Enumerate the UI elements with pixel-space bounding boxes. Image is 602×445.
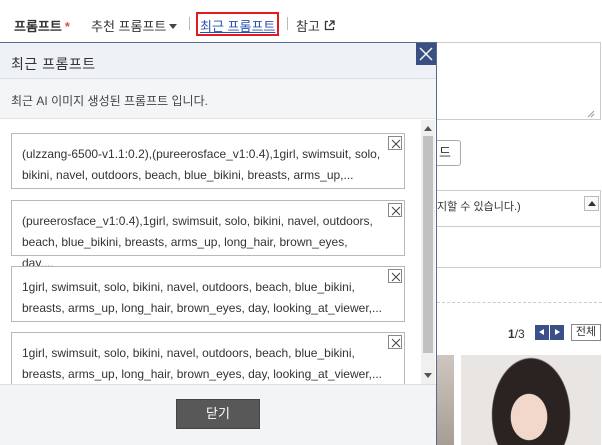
external-link-icon bbox=[324, 19, 335, 34]
pager-next-button[interactable] bbox=[550, 325, 564, 340]
dropdown-arrow-icon bbox=[169, 24, 178, 30]
notice-text: 지할 수 있습니다.) bbox=[437, 201, 521, 213]
modal-description-bar: 최근 AI 이미지 생성된 프롬프트 입니다. bbox=[0, 79, 436, 119]
prompt-textarea[interactable] bbox=[437, 42, 601, 120]
recent-prompt-text: (ulzzang-6500-v1.1:0.2),(pureerosface_v1… bbox=[22, 147, 381, 182]
recent-prompt-item[interactable]: (ulzzang-6500-v1.1:0.2),(pureerosface_v1… bbox=[11, 133, 405, 189]
close-icon bbox=[391, 272, 401, 282]
scroll-up-arrow-icon[interactable] bbox=[421, 123, 435, 135]
tab-divider bbox=[287, 17, 288, 30]
section-divider bbox=[437, 302, 602, 303]
collapse-up-icon[interactable] bbox=[584, 196, 599, 211]
prompt-tab-bar: 프롬프트 * 추천 프롬프트 최근 프롬프트 참고 bbox=[0, 0, 602, 42]
close-icon bbox=[391, 139, 401, 149]
recent-prompt-list: (ulzzang-6500-v1.1:0.2),(pureerosface_v1… bbox=[0, 120, 436, 384]
pager-prev-button[interactable] bbox=[535, 325, 549, 340]
recent-prompt-item[interactable]: 1girl, swimsuit, solo, bikini, navel, ou… bbox=[11, 332, 405, 384]
pager-total: /3 bbox=[514, 327, 525, 341]
scrollbar-thumb[interactable] bbox=[423, 136, 433, 353]
tab-recommended-label: 추천 프롬프트 bbox=[91, 19, 167, 34]
tab-reference-label: 참고 bbox=[296, 19, 320, 34]
modal-title: 최근 프롬프트 bbox=[11, 56, 96, 72]
pager-count: 1/3 bbox=[508, 327, 525, 341]
recent-prompt-item[interactable]: (pureerosface_v1:0.4),1girl, swimsuit, s… bbox=[11, 200, 405, 270]
image-thumbnail[interactable] bbox=[437, 355, 454, 445]
close-icon bbox=[419, 47, 433, 61]
delete-prompt-button[interactable] bbox=[388, 136, 402, 150]
close-icon bbox=[391, 206, 401, 216]
tab-prompt-label: 프롬프트 bbox=[14, 19, 62, 34]
recent-prompt-item[interactable]: 1girl, swimsuit, solo, bikini, navel, ou… bbox=[11, 266, 405, 322]
scroll-down-arrow-icon[interactable] bbox=[421, 370, 435, 382]
modal-header: 최근 프롬프트 bbox=[0, 43, 436, 79]
close-icon bbox=[391, 338, 401, 348]
recent-prompt-text: 1girl, swimsuit, solo, bikini, navel, ou… bbox=[22, 346, 382, 381]
resize-handle-icon[interactable] bbox=[585, 106, 595, 118]
recent-prompts-modal: 최근 프롬프트 최근 AI 이미지 생성된 프롬프트 입니다. (ulzzang… bbox=[0, 42, 437, 445]
delete-prompt-button[interactable] bbox=[388, 203, 402, 217]
tab-recent-prompt[interactable]: 최근 프롬프트 bbox=[200, 16, 275, 35]
modal-close-button[interactable] bbox=[416, 43, 436, 65]
delete-prompt-button[interactable] bbox=[388, 335, 402, 349]
background-button[interactable]: 드 bbox=[437, 140, 461, 166]
tab-recommended-prompt[interactable]: 추천 프롬프트 bbox=[91, 16, 178, 35]
tab-reference[interactable]: 참고 bbox=[296, 16, 335, 35]
tab-prompt[interactable]: 프롬프트 * bbox=[14, 16, 70, 35]
modal-footer: 닫기 bbox=[0, 384, 436, 445]
delete-prompt-button[interactable] bbox=[388, 269, 402, 283]
required-mark: * bbox=[64, 19, 70, 34]
recent-prompt-text: 1girl, swimsuit, solo, bikini, navel, ou… bbox=[22, 280, 382, 315]
pager-current: 1 bbox=[508, 327, 515, 341]
modal-description: 최근 AI 이미지 생성된 프롬프트 입니다. bbox=[11, 94, 208, 108]
image-thumbnail[interactable] bbox=[461, 355, 601, 445]
close-button[interactable]: 닫기 bbox=[176, 399, 260, 429]
view-all-button[interactable]: 전체 bbox=[571, 324, 601, 341]
tab-divider bbox=[189, 17, 190, 30]
negative-prompt-textarea[interactable] bbox=[437, 226, 601, 268]
recent-prompt-text: (pureerosface_v1:0.4),1girl, swimsuit, s… bbox=[22, 214, 373, 270]
